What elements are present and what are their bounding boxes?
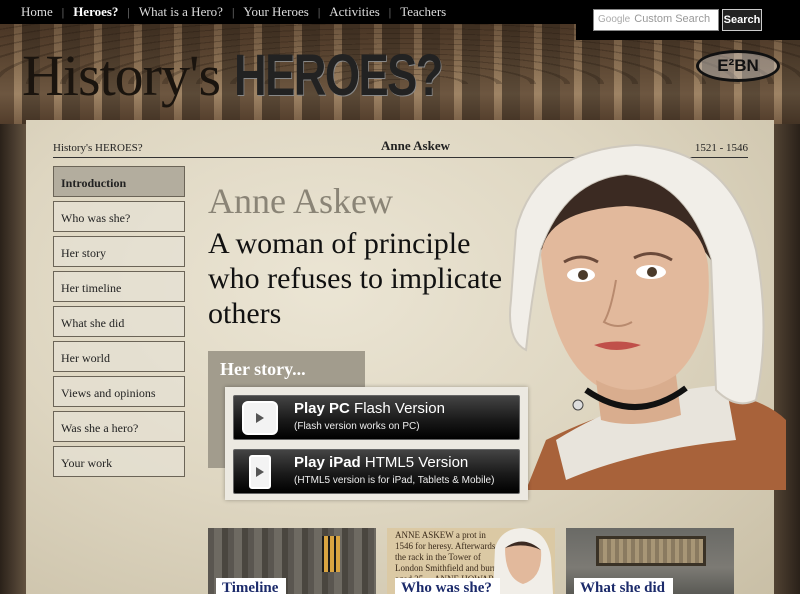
menu-your-work[interactable]: Your work [53, 446, 185, 477]
tablet-icon [249, 455, 271, 489]
card-timeline[interactable]: Timeline [208, 528, 376, 594]
header-person: Anne Askew [381, 138, 450, 153]
menu-her-timeline[interactable]: Her timeline [53, 271, 185, 302]
menu-was-she-a-hero[interactable]: Was she a hero? [53, 411, 185, 442]
search-box: Google Custom Search Search [576, 0, 800, 40]
nav-teachers[interactable]: Teachers [391, 4, 455, 20]
play-ipad-note: (HTML5 version is for iPad, Tablets & Mo… [294, 475, 495, 486]
menu-her-story[interactable]: Her story [53, 236, 185, 267]
portrait-pendant [572, 399, 584, 411]
portrait-face [541, 206, 709, 393]
nav-what-is-a-hero[interactable]: What is a Hero? [130, 4, 232, 20]
hero-tagline: A woman of principle who refuses to impl… [208, 227, 503, 330]
play-ipad-html5-button[interactable]: Play iPad HTML5 Version (HTML5 version i… [233, 449, 520, 494]
old-document-text: ANNE ASKEW a prot in 1546 for heresy. Af… [395, 530, 501, 584]
play-icon [242, 401, 278, 435]
nav-activities[interactable]: Activities [320, 4, 389, 20]
play-pc-flash-button[interactable]: Play PC Flash Version (Flash version wor… [233, 395, 520, 440]
search-input[interactable]: Google Custom Search [593, 9, 719, 31]
anne-askew-portrait [509, 143, 786, 490]
menu-what-she-did[interactable]: What she did [53, 306, 185, 337]
play-ipad-label: Play iPad HTML5 Version [294, 454, 468, 471]
rack-image [596, 536, 706, 566]
search-placeholder: Custom Search [634, 13, 711, 25]
google-label: Google [598, 14, 631, 25]
nav-heroes[interactable]: Heroes? [64, 4, 127, 20]
play-pc-bold: Play PC [294, 400, 350, 417]
logo-title-part1: History's [22, 43, 221, 108]
play-ipad-bold: Play iPad [294, 454, 361, 471]
play-options-panel: Play PC Flash Version (Flash version wor… [225, 387, 528, 500]
card-who-was-she[interactable]: ANNE ASKEW a prot in 1546 for heresy. Af… [387, 528, 555, 594]
card-timeline-label: Timeline [216, 578, 287, 594]
site-logo[interactable]: History's HEROES? [22, 46, 500, 106]
small-portrait [493, 528, 553, 594]
e2bn-logo[interactable]: E²BN [696, 50, 780, 82]
her-story-title: Her story... [220, 359, 306, 379]
header-section: History's HEROES? [53, 142, 143, 154]
search-button[interactable]: Search [722, 9, 762, 31]
nav-your-heroes[interactable]: Your Heroes [234, 4, 317, 20]
menu-introduction[interactable]: Introduction [53, 166, 185, 197]
side-menu: Introduction Who was she? Her story Her … [53, 166, 185, 481]
card-who-was-she-label: Who was she? [395, 578, 500, 594]
menu-views-and-opinions[interactable]: Views and opinions [53, 376, 185, 407]
play-pc-rest: Flash Version [354, 400, 445, 417]
card-what-she-did[interactable]: What she did [566, 528, 734, 594]
play-pc-label: Play PC Flash Version [294, 400, 445, 417]
play-pc-note: (Flash version works on PC) [294, 421, 420, 432]
menu-her-world[interactable]: Her world [53, 341, 185, 372]
hero-name: Anne Askew [208, 181, 393, 221]
play-ipad-rest: HTML5 Version [364, 454, 469, 471]
menu-who-was-she[interactable]: Who was she? [53, 201, 185, 232]
card-what-she-did-label: What she did [574, 578, 674, 594]
nav-home[interactable]: Home [12, 4, 62, 20]
castle-window [322, 536, 340, 572]
logo-title-part2: HEROES? [233, 43, 443, 108]
